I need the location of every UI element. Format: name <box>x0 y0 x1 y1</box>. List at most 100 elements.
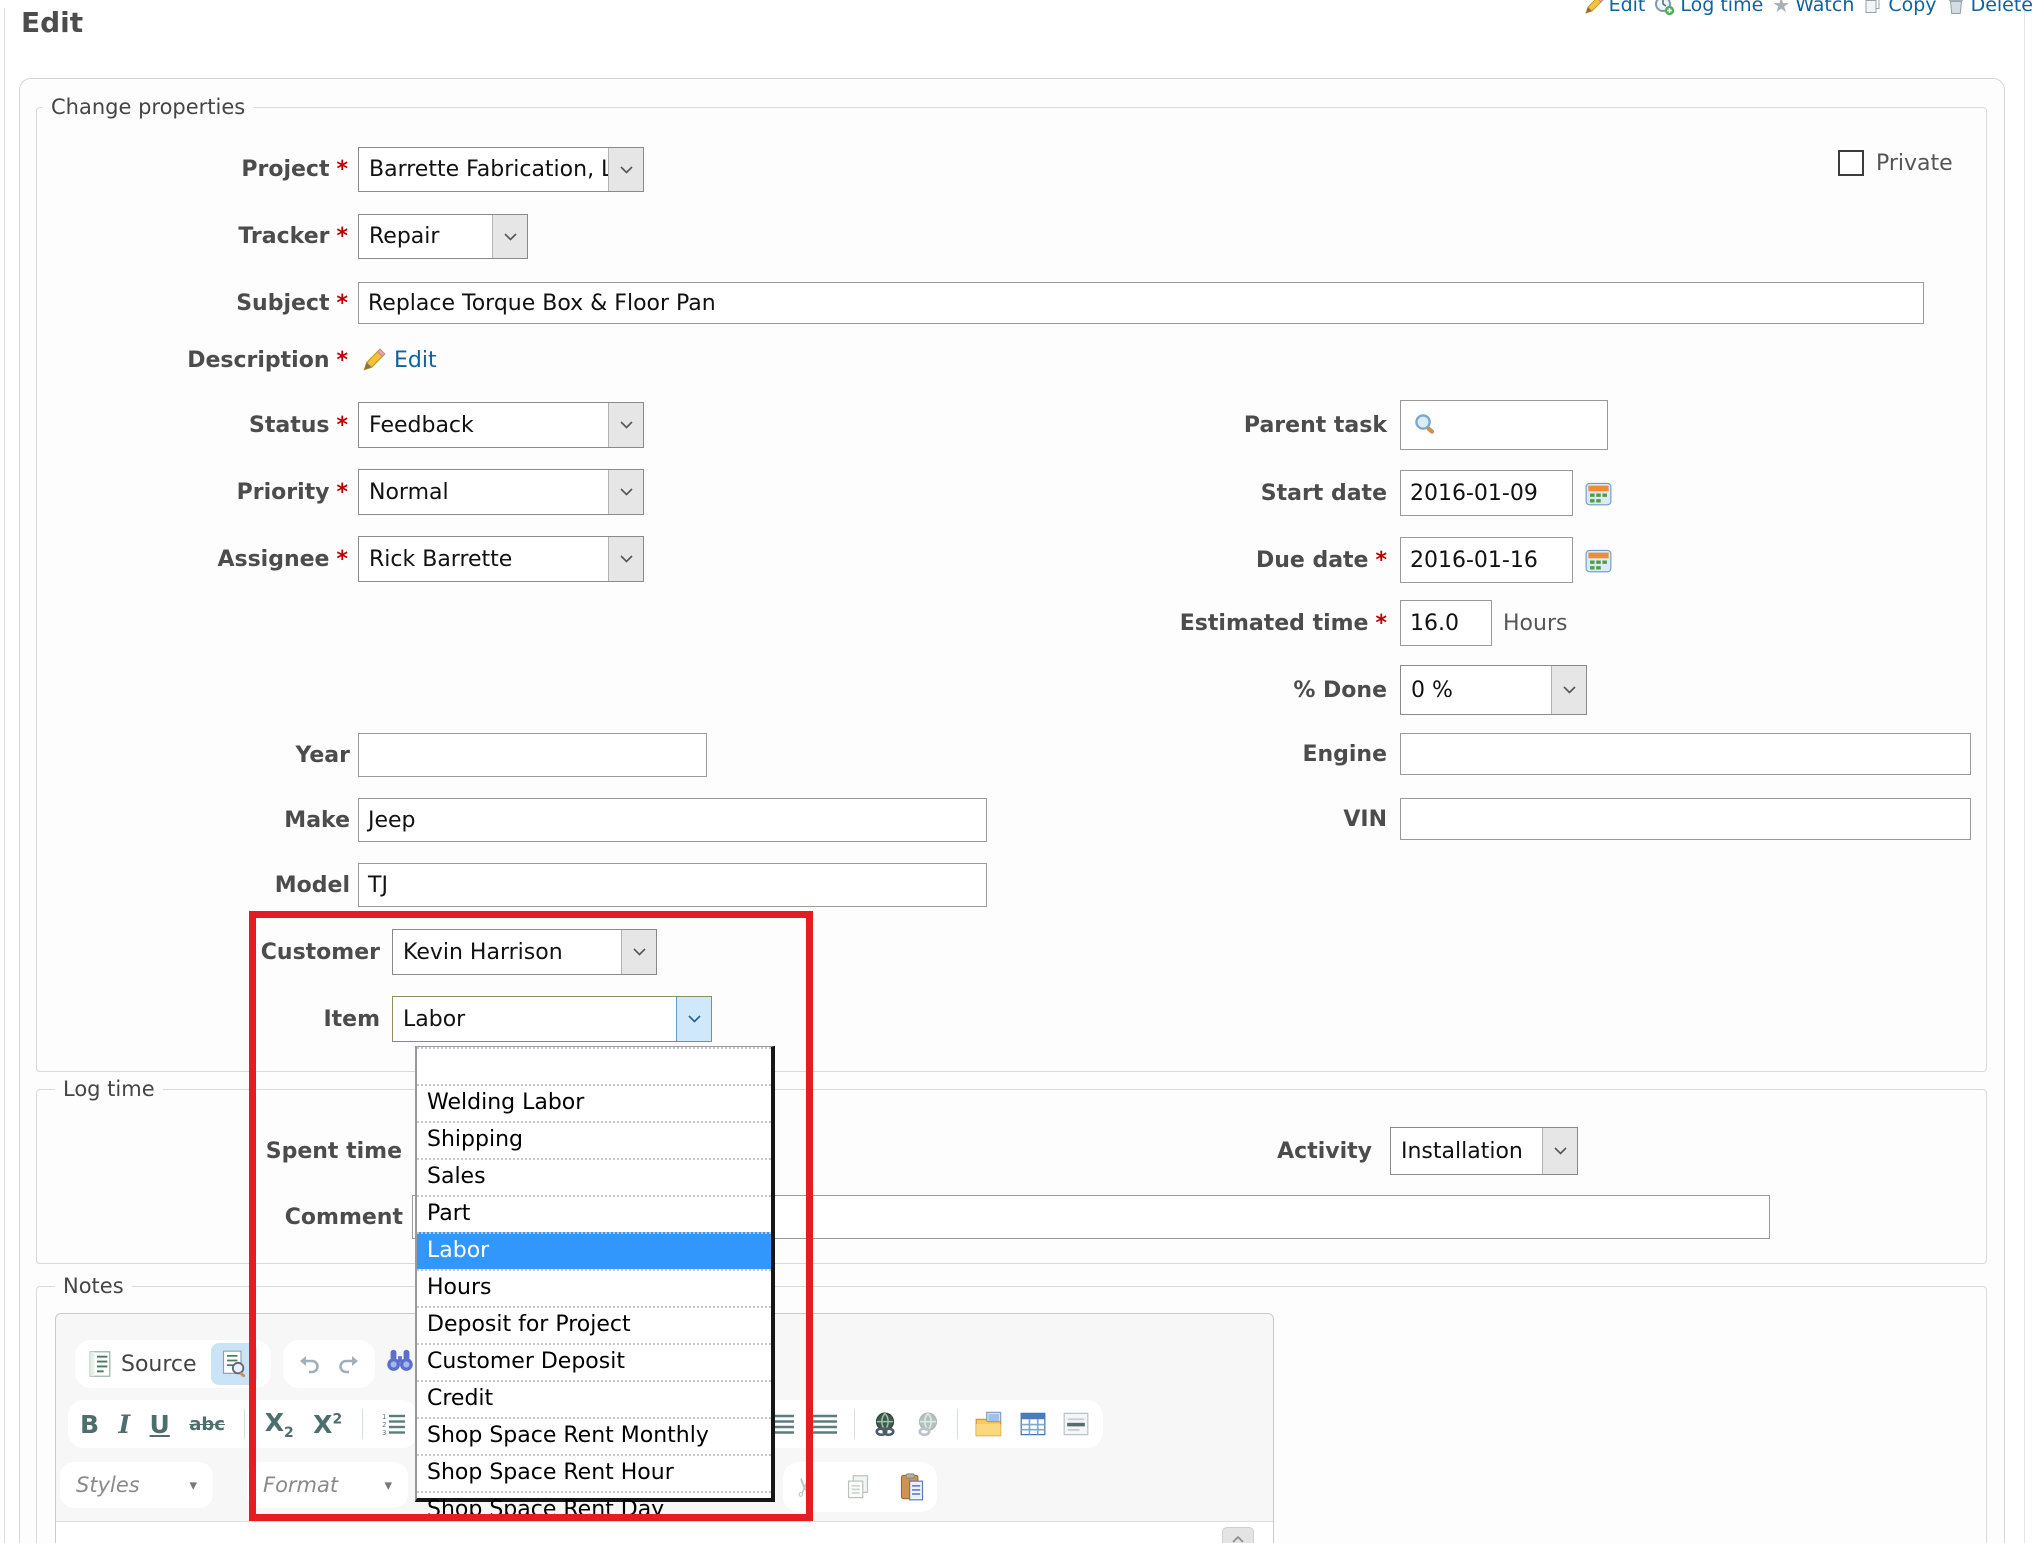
source-button[interactable]: Source <box>89 1350 197 1378</box>
chevron-down-icon <box>608 148 643 191</box>
description-label: Description* <box>60 344 348 376</box>
chevron-down-icon <box>608 403 643 447</box>
dropdown-option[interactable]: Hours <box>417 1269 771 1306</box>
find-binoculars-icon[interactable] <box>386 1346 414 1374</box>
undo-redo-group <box>283 1340 375 1388</box>
vin-input[interactable] <box>1400 798 1971 840</box>
customer-select[interactable]: Kevin Harrison <box>392 929 657 975</box>
dropdown-option[interactable]: Shop Space Rent Hour <box>417 1454 771 1491</box>
parent-task-input[interactable] <box>1400 400 1608 450</box>
subscript-button[interactable]: X2 <box>265 1408 294 1441</box>
private-checkbox[interactable] <box>1838 150 1864 176</box>
calendar-icon[interactable] <box>1585 481 1612 506</box>
item-select[interactable]: Labor <box>392 996 712 1042</box>
styles-combo[interactable]: Styles ▾ <box>60 1462 213 1508</box>
chevron-down-icon <box>608 537 643 581</box>
insert-buttons-group <box>758 1400 1103 1448</box>
svg-text:2: 2 <box>382 1421 386 1429</box>
due-date-input[interactable]: 2016-01-16 <box>1400 537 1573 583</box>
model-input[interactable]: TJ <box>358 863 987 907</box>
description-edit[interactable]: Edit <box>362 344 437 376</box>
dropdown-option[interactable]: Deposit for Project <box>417 1306 771 1343</box>
subject-label: Subject* <box>60 282 348 324</box>
unlink-icon[interactable] <box>915 1411 941 1437</box>
chevron-down-icon: ▾ <box>189 1476 197 1494</box>
link-icon[interactable] <box>872 1411 898 1437</box>
image-icon[interactable] <box>975 1411 1003 1437</box>
notes-legend: Notes <box>55 1274 132 1298</box>
bulleted-list-icon[interactable] <box>772 1413 794 1435</box>
watch-action-label[interactable]: Watch <box>1795 0 1854 16</box>
tracker-select[interactable]: Repair <box>358 214 528 259</box>
log-time-action-label[interactable]: Log time <box>1680 0 1763 16</box>
make-input[interactable]: Jeep <box>358 798 987 842</box>
log-time-action[interactable]: Log time <box>1654 0 1763 16</box>
superscript-button[interactable]: X2 <box>313 1410 342 1439</box>
dropdown-option[interactable]: Shipping <box>417 1121 771 1158</box>
justify-block-icon[interactable] <box>811 1413 837 1435</box>
dropdown-option[interactable]: Shop Space Rent Monthly <box>417 1417 771 1454</box>
pencil-icon <box>1584 0 1604 15</box>
format-combo-label: Format <box>263 1473 338 1497</box>
activity-select[interactable]: Installation <box>1390 1127 1578 1175</box>
project-select[interactable]: Barrette Fabrication, LLC <box>358 147 644 192</box>
assignee-select[interactable]: Rick Barrette <box>358 536 644 582</box>
paste-icon[interactable] <box>899 1473 925 1501</box>
bold-button[interactable]: B <box>80 1410 99 1439</box>
underline-button[interactable]: U <box>150 1410 170 1439</box>
toolbar-separator <box>957 1409 958 1439</box>
dropdown-option[interactable]: Credit <box>417 1380 771 1417</box>
dropdown-option[interactable]: Customer Deposit <box>417 1343 771 1380</box>
dropdown-option[interactable]: Sales <box>417 1158 771 1195</box>
customer-label: Customer <box>60 929 380 975</box>
year-input[interactable] <box>358 733 707 777</box>
horizontal-rule-icon[interactable] <box>1063 1412 1089 1436</box>
format-combo[interactable]: Format ▾ <box>247 1462 408 1508</box>
numbered-list-icon[interactable]: 123 <box>382 1413 406 1435</box>
watch-action[interactable]: ★ Watch <box>1772 0 1854 16</box>
edit-action-label[interactable]: Edit <box>1609 0 1646 16</box>
copy-icon[interactable] <box>846 1474 870 1500</box>
dropdown-option[interactable]: Labor <box>417 1232 771 1269</box>
chevron-down-icon <box>608 470 643 514</box>
engine-input[interactable] <box>1400 733 1971 775</box>
toolbar-separator <box>362 1409 363 1439</box>
model-label: Model <box>60 863 350 907</box>
pencil-icon <box>362 348 386 372</box>
dropdown-option[interactable]: Part <box>417 1195 771 1232</box>
templates-button[interactable] <box>211 1343 257 1385</box>
make-label: Make <box>60 798 350 842</box>
toolbar-collapse-button[interactable] <box>1222 1527 1254 1543</box>
estimated-time-unit: Hours <box>1503 600 1567 646</box>
strikethrough-button[interactable]: abc <box>189 1414 225 1435</box>
subject-input[interactable]: Replace Torque Box & Floor Pan <box>358 282 1924 324</box>
dropdown-option[interactable]: Welding Labor <box>417 1084 771 1121</box>
calendar-icon[interactable] <box>1585 548 1612 573</box>
start-date-input[interactable]: 2016-01-09 <box>1400 470 1573 516</box>
item-label: Item <box>60 996 380 1042</box>
delete-action[interactable]: Delete <box>1946 0 2033 16</box>
table-icon[interactable] <box>1020 1412 1046 1436</box>
chevron-down-icon <box>621 930 656 974</box>
percent-done-select[interactable]: 0 % <box>1400 665 1587 715</box>
estimated-time-input[interactable]: 16.0 <box>1400 600 1492 646</box>
private-label: Private <box>1876 148 1953 178</box>
clock-plus-icon <box>1654 0 1675 16</box>
redo-icon[interactable] <box>337 1354 361 1374</box>
undo-icon[interactable] <box>297 1354 321 1374</box>
dropdown-option[interactable] <box>417 1047 771 1084</box>
chevron-up-icon <box>1232 1536 1244 1543</box>
copy-action[interactable]: Copy <box>1863 0 1936 16</box>
issue-actions-bar: Edit Log time ★ Watch Copy Delete <box>1584 0 2033 19</box>
italic-button[interactable]: I <box>118 1410 130 1439</box>
delete-action-label[interactable]: Delete <box>1971 0 2033 16</box>
copy-action-label[interactable]: Copy <box>1888 0 1936 16</box>
percent-done-label: % Done <box>1100 665 1387 715</box>
dropdown-option[interactable]: Shop Space Rent Day <box>417 1491 771 1528</box>
priority-select[interactable]: Normal <box>358 469 644 515</box>
description-edit-link[interactable]: Edit <box>394 348 437 373</box>
edit-action[interactable]: Edit <box>1584 0 1646 16</box>
cut-icon[interactable]: ✂ <box>791 1476 821 1498</box>
due-date-label: Due date* <box>1100 537 1387 583</box>
status-select[interactable]: Feedback <box>358 402 644 448</box>
